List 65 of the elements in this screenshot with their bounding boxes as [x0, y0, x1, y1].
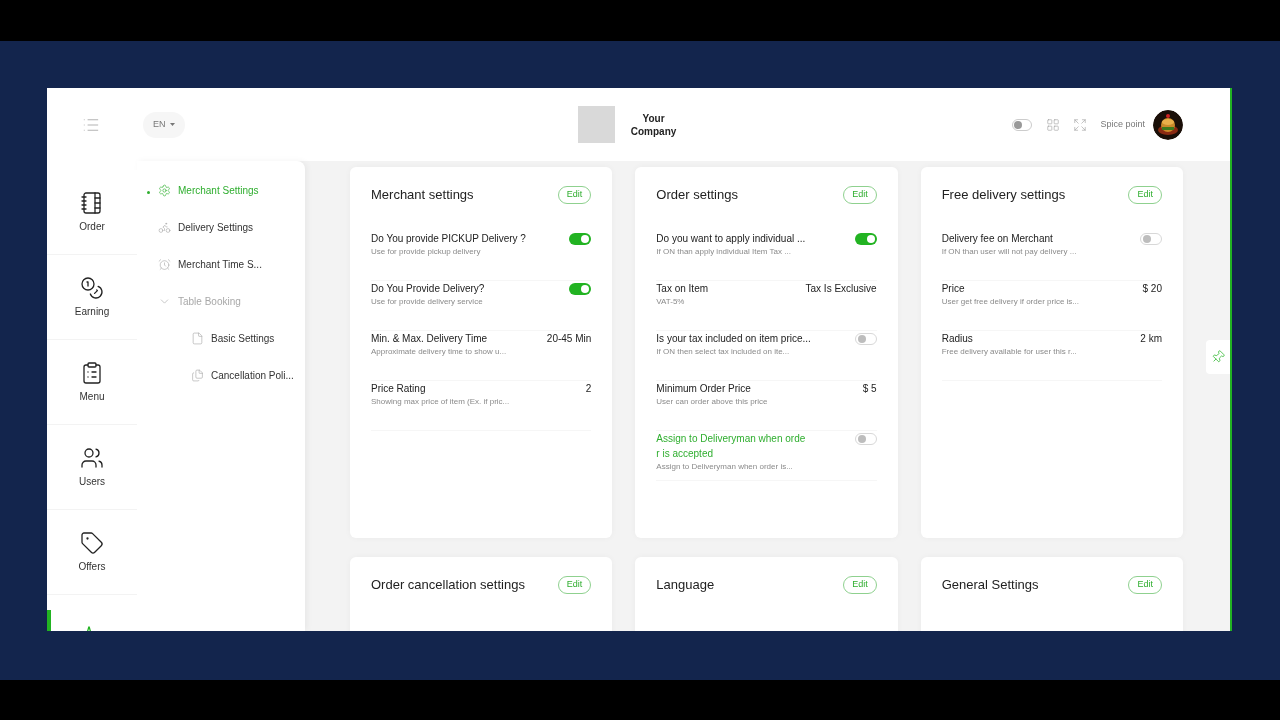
setting-description: User can order above this price	[656, 396, 769, 408]
coins-icon	[80, 275, 104, 300]
setting-description: If ON then select tax included on ite...	[656, 346, 791, 358]
submenu-item[interactable]: Cancellation Poli...	[211, 368, 294, 383]
setting-description: User get free delivery if order price is...	[941, 296, 1081, 308]
setting-value: $ 5	[862, 382, 877, 396]
toggle-switch[interactable]	[854, 433, 877, 445]
alarm-clock-icon	[158, 258, 171, 271]
toggle-switch[interactable]	[569, 283, 592, 295]
setting-title: Min. & Max. Delivery Time	[371, 332, 489, 346]
card-title: Order settings	[656, 186, 738, 205]
setting-title: Minimum Order Price	[656, 382, 752, 396]
setting-title: Is your tax included on item price...	[656, 332, 812, 346]
setting-description: Showing max price of item (Ex. if pric...	[371, 396, 511, 408]
setting-title: Assign to Deliveryman when orde r is accepted	[656, 432, 807, 461]
setting-description: If ON than user will not pay delivery ...	[941, 246, 1078, 258]
setting-title: Price Rating	[371, 382, 427, 396]
settings-icon	[158, 184, 171, 197]
caret-icon	[169, 123, 175, 126]
toggle-switch[interactable]	[1140, 233, 1162, 245]
setting-title: Delivery fee on Merchant	[941, 232, 1054, 246]
notebook-icon	[80, 190, 104, 215]
user-name: Spice point	[1100, 117, 1145, 131]
setting-title: Do You provide PICKUP Delivery ?	[371, 232, 527, 246]
setting-title: Tax on Item	[656, 282, 710, 296]
document-icon	[191, 332, 204, 345]
setting-value: 2	[585, 382, 592, 396]
setting-description: Free delivery available for user this r...	[941, 346, 1078, 358]
setting-description: Use for provide pickup delivery	[371, 246, 482, 258]
theme-toggle[interactable]	[1012, 118, 1033, 131]
users-icon	[80, 445, 104, 470]
documents-icon	[191, 369, 204, 382]
setting-value: 2 km	[1140, 332, 1162, 346]
submenu-item[interactable]: Delivery Settings	[178, 220, 254, 235]
setting-description: Use for provide delivery service	[371, 296, 484, 308]
setting-value: 20-45 Min	[546, 332, 592, 346]
card-title: General Settings	[941, 576, 1039, 595]
toggle-switch[interactable]	[854, 233, 877, 245]
card-title: Language	[656, 576, 715, 595]
setting-title: Do you want to apply individual ...	[656, 232, 807, 246]
bicycle-icon	[158, 221, 171, 234]
pin-button[interactable]	[1206, 340, 1230, 374]
setting-value: $ 20	[1142, 282, 1162, 296]
setting-title: Radius	[941, 332, 974, 346]
fullscreen-icon[interactable]	[1073, 117, 1088, 132]
card-title: Free delivery settings	[941, 186, 1066, 205]
setting-title: Do You Provide Delivery?	[371, 282, 486, 296]
card-title: Order cancellation settings	[371, 576, 525, 595]
grid-icon[interactable]	[1046, 117, 1061, 132]
company-name: Your Company	[629, 111, 678, 138]
tag-icon	[80, 530, 104, 555]
setting-value: Tax Is Exclusive	[805, 282, 877, 296]
card-title: Merchant settings	[371, 186, 474, 205]
setting-description: Approximate delivery time to show u...	[371, 346, 508, 358]
setting-description: Assign to Deliveryman when order is...	[656, 461, 794, 473]
clipboard-icon	[80, 360, 104, 385]
language-dropdown[interactable]: EN	[143, 111, 185, 138]
toggle-switch[interactable]	[854, 333, 877, 345]
setting-description: VAT-5%	[656, 296, 686, 308]
setting-description: If ON than apply individual Item Tax ...	[656, 246, 792, 258]
submenu-item[interactable]: Basic Settings	[211, 331, 275, 346]
logo-placeholder	[577, 106, 615, 143]
setting-title: Price	[941, 282, 966, 296]
toggle-switch[interactable]	[569, 233, 592, 245]
submenu-item[interactable]: Merchant Time S...	[178, 257, 262, 272]
